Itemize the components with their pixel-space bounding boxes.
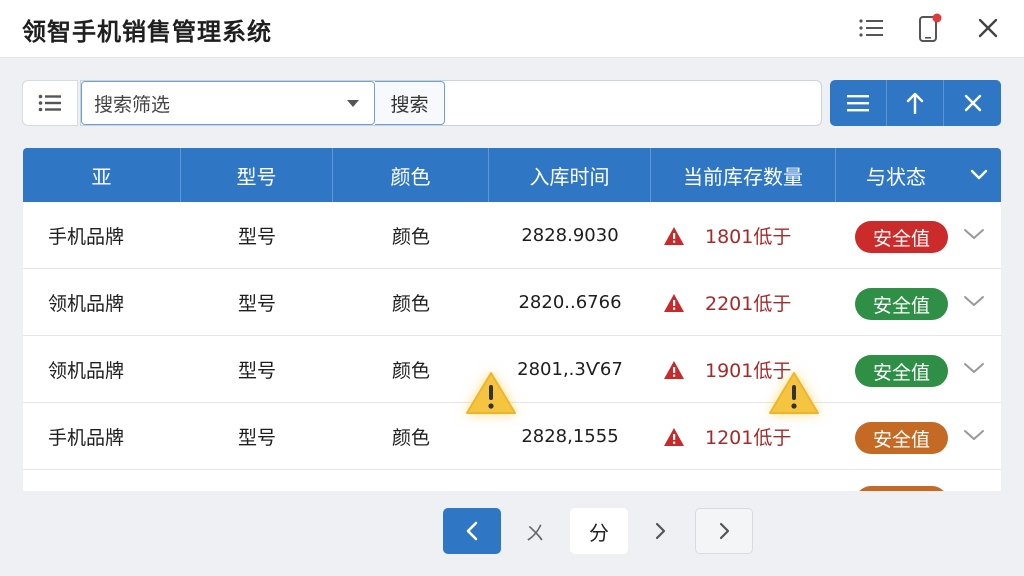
warning-triangle-icon (663, 226, 685, 246)
stock-in-time-cell: 2820..6766 (518, 292, 622, 313)
next-page-arrow[interactable] (645, 508, 675, 554)
pagination-bar: ㄨ 分 (0, 491, 1024, 576)
model-cell: 型号 (237, 427, 276, 449)
next-page-button[interactable] (695, 508, 753, 554)
status-badge: 安全值 (855, 221, 948, 253)
warning-triangle-icon (663, 293, 685, 313)
column-header[interactable]: 型号 (181, 148, 333, 202)
stock-value: 1201低于 (705, 427, 792, 449)
chevron-right-icon (655, 522, 666, 540)
menu-button[interactable] (830, 80, 887, 126)
clear-button[interactable] (944, 80, 1001, 126)
stock-value: 1801低于 (705, 226, 792, 248)
list-icon (38, 94, 61, 112)
column-header[interactable]: 当前库存数量 (651, 148, 836, 202)
pagination-ellipsis[interactable]: ㄨ (520, 508, 550, 554)
warning-alert-icon (465, 370, 517, 416)
table-row[interactable]: 手机品牌 型号 颜色 2828.9030 1801低于 安全值 (23, 202, 1001, 269)
title-bar: 领智手机销售管理系统 (0, 0, 1024, 58)
column-header[interactable]: 入库时间 (489, 148, 651, 202)
list-view-toggle[interactable] (22, 80, 78, 126)
brand-cell: 手机品牌 (48, 427, 125, 449)
model-cell: 型号 (237, 360, 276, 382)
row-expand-chevron[interactable] (963, 293, 985, 312)
brand-cell: 领机品牌 (48, 360, 125, 382)
current-page-button[interactable]: 分 (570, 508, 628, 554)
column-header[interactable]: 亚 (23, 148, 181, 202)
phone-notification-icon[interactable] (913, 12, 945, 44)
status-badge: 安全值 (855, 422, 948, 454)
search-filter-select[interactable]: 搜索筛选 (81, 81, 375, 125)
brand-cell: 手机品牌 (48, 226, 125, 248)
caret-down-icon (347, 100, 359, 107)
table-row[interactable]: 领机品牌 型号 颜色 2820..6766 2201低于 安全值 (23, 269, 1001, 336)
close-icon[interactable] (972, 12, 1004, 44)
stock-cell: 2201低于 (663, 269, 833, 336)
table-header: 亚 型号 颜色 入库时间 当前库存数量 与状态 (23, 148, 1001, 202)
chevron-down-icon (970, 169, 987, 180)
model-cell: 型号 (237, 226, 276, 248)
search-button[interactable]: 搜索 (375, 81, 445, 125)
status-badge: 安全值 (855, 355, 948, 387)
stock-cell: 1801低于 (663, 202, 833, 269)
hamburger-icon (847, 95, 869, 112)
chevron-right-icon (719, 522, 730, 540)
row-expand-chevron[interactable] (963, 360, 985, 379)
sort-up-button[interactable] (887, 80, 944, 126)
action-button-group (830, 80, 1002, 126)
search-filter-placeholder: 搜索筛选 (94, 93, 171, 116)
list-menu-icon[interactable] (855, 12, 887, 44)
warning-triangle-icon (663, 360, 685, 380)
warning-triangle-icon (663, 427, 685, 447)
prev-page-button[interactable] (443, 508, 501, 554)
row-expand-chevron[interactable] (963, 226, 985, 245)
close-icon (964, 94, 981, 112)
status-badge: 安全值 (855, 288, 948, 320)
search-bar: 搜索筛选 搜索 (80, 80, 822, 126)
column-header[interactable]: 与状态 (836, 148, 956, 202)
arrow-up-icon (906, 92, 924, 114)
header-expand-toggle[interactable] (956, 148, 1001, 202)
color-cell: 颜色 (391, 293, 430, 315)
search-toolbar: 搜索筛选 搜索 (22, 80, 1002, 128)
chevron-left-icon (466, 521, 478, 541)
brand-cell: 领机品牌 (48, 293, 125, 315)
stock-value: 2201低于 (705, 293, 792, 315)
stock-in-time-cell: 2828.9030 (521, 225, 619, 246)
model-cell: 型号 (237, 293, 276, 315)
warning-alert-icon (768, 370, 820, 416)
inventory-table: 亚 型号 颜色 入库时间 当前库存数量 与状态 手机品牌 型号 颜色 2828.… (23, 148, 1001, 491)
row-expand-chevron[interactable] (963, 427, 985, 446)
color-cell: 颜色 (391, 226, 430, 248)
table-row[interactable] (23, 470, 1001, 491)
column-header[interactable]: 颜色 (333, 148, 489, 202)
app-title: 领智手机销售管理系统 (22, 18, 272, 46)
